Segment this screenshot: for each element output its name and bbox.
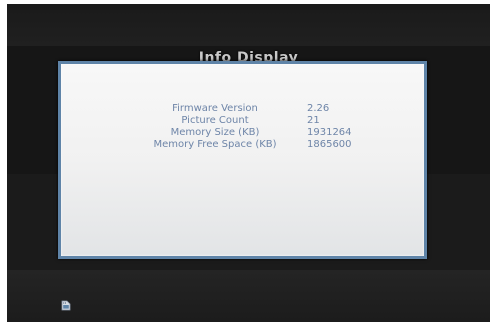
- info-row-memory-size: Memory Size (KB) 1931264: [135, 127, 352, 139]
- memory-free-label: Memory Free Space (KB): [153, 139, 277, 150]
- bottom-band: [7, 270, 490, 322]
- picture-count-value: 21: [307, 115, 320, 126]
- memory-size-value: 1931264: [307, 127, 352, 138]
- firmware-version-value: 2.26: [307, 103, 330, 114]
- info-dialog: Firmware Version 2.26 Picture Count 21 M…: [58, 61, 427, 259]
- info-row-memory-free: Memory Free Space (KB) 1865600: [135, 139, 352, 151]
- memory-size-label: Memory Size (KB): [170, 127, 260, 138]
- top-band: [7, 4, 490, 46]
- info-row-firmware: Firmware Version 2.26: [135, 103, 352, 115]
- firmware-version-label: Firmware Version: [172, 103, 258, 114]
- info-row-picture-count: Picture Count 21: [135, 115, 352, 127]
- memory-free-value: 1865600: [307, 139, 352, 150]
- picture-count-label: Picture Count: [181, 115, 249, 126]
- memory-card-icon: [61, 300, 71, 311]
- info-table: Firmware Version 2.26 Picture Count 21 M…: [135, 103, 352, 151]
